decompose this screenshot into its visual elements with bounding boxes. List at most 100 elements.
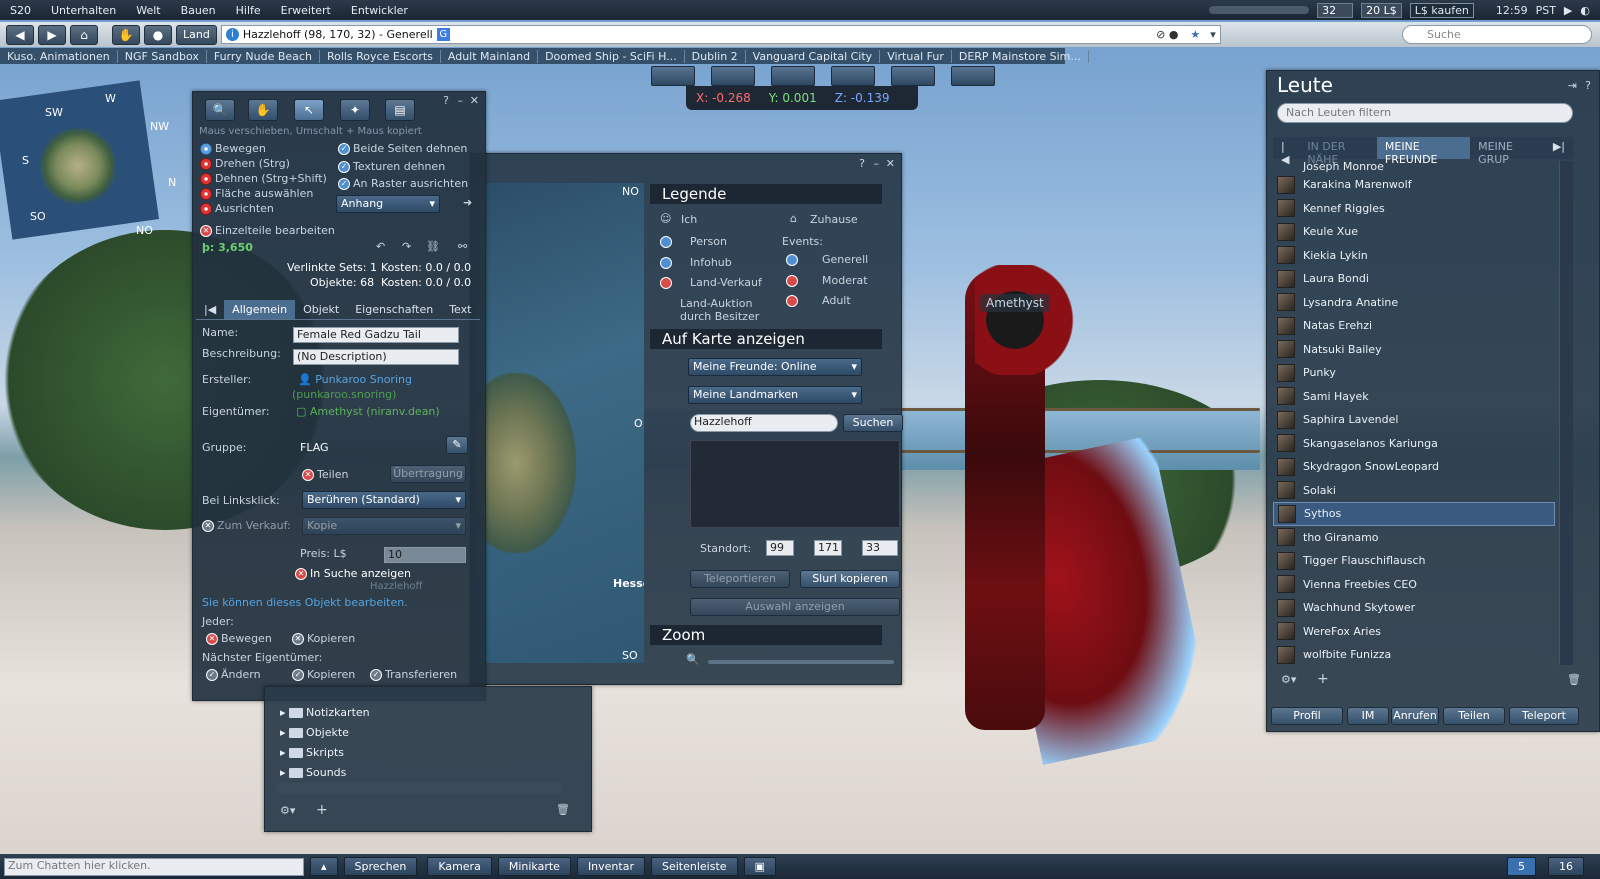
info-icon[interactable]: i	[225, 28, 239, 41]
hand-icon[interactable]: ✋	[112, 24, 140, 45]
land-tool-icon[interactable]: ▤	[385, 99, 415, 121]
legend-infohub-toggle[interactable]	[660, 256, 675, 269]
tabs-prev-icon[interactable]: |◀	[1273, 137, 1299, 166]
friend-row[interactable]: Natas Erehzi	[1273, 314, 1555, 338]
loc-x-field[interactable]: 99	[766, 540, 794, 556]
mode-select-face[interactable]: Fläche auswählen	[200, 187, 313, 200]
unlink-icon[interactable]: ⚯	[458, 240, 467, 253]
forward-button[interactable]: ▶	[38, 24, 66, 45]
menu-s20[interactable]: S20	[0, 4, 41, 17]
arrow-right-icon[interactable]: ➜	[463, 196, 472, 209]
chat-input[interactable]: Zum Chatten hier klicken.	[4, 857, 304, 876]
gear-icon[interactable]: ⚙▾	[280, 804, 295, 817]
minimap[interactable]: SW W NW S N SO NO	[0, 78, 176, 240]
land-button[interactable]: Land	[176, 24, 217, 45]
help-icon[interactable]: ?	[859, 157, 865, 170]
grid-mode-dropdown[interactable]: Anhang	[336, 195, 440, 213]
inventory-folder-scripts[interactable]: ▸ Skripts	[280, 746, 344, 759]
mode-align[interactable]: Ausrichten	[200, 202, 274, 215]
friend-row[interactable]: Kiekia Lykin	[1273, 244, 1555, 268]
favorite-item[interactable]: Doomed Ship - SciFi H...	[538, 49, 685, 63]
tab-texture[interactable]: Text	[441, 300, 479, 319]
buy-currency-button[interactable]: L$ kaufen	[1409, 2, 1474, 18]
home-button[interactable]: ⌂	[70, 24, 98, 45]
edit-linked-parts[interactable]: ✕ Einzelteile bearbeiten	[200, 224, 335, 237]
inventory-folder-sounds[interactable]: ▸ Sounds	[280, 766, 346, 779]
friend-row[interactable]: Punky	[1273, 361, 1555, 385]
favorite-star-icon[interactable]: ★	[1190, 28, 1200, 41]
for-sale-checkbox[interactable]: ✕ Zum Verkauf:	[202, 519, 291, 532]
friend-row[interactable]: Karakina Marenwolf	[1273, 173, 1555, 197]
friend-row[interactable]: Keule Xue	[1273, 220, 1555, 244]
share-checkbox[interactable]: ✕ Teilen	[302, 468, 348, 481]
friends-dropdown[interactable]: Meine Freunde: Online	[688, 358, 862, 376]
trash-icon[interactable]: 🗑	[1567, 673, 1581, 686]
tool-cube-button[interactable]	[891, 66, 935, 86]
tab-general[interactable]: Allgemein	[224, 300, 296, 319]
notification-count[interactable]: 5	[1507, 857, 1536, 876]
tabs-prev-icon[interactable]: |◀	[196, 300, 224, 319]
legend-general-toggle[interactable]	[786, 253, 801, 266]
friend-row[interactable]: Tigger Flauschiflausch	[1273, 549, 1555, 573]
im-button[interactable]: IM	[1347, 707, 1389, 725]
copy-slurl-button[interactable]: Slurl kopieren	[800, 570, 900, 588]
creator-link[interactable]: 👤 Punkaroo Snoring	[298, 373, 412, 386]
teleport-button[interactable]: Teleport	[1509, 707, 1579, 725]
tab-features[interactable]: Eigenschaften	[347, 300, 441, 319]
tab-nearby[interactable]: IN DER NÄHE	[1299, 137, 1377, 166]
favorite-item[interactable]: Virtual Fur	[880, 49, 952, 63]
next-owner-transfer[interactable]: ✓ Transferieren	[370, 668, 457, 681]
link-icon[interactable]: ⛓	[426, 240, 440, 253]
friend-row[interactable]: wolfbite Funizza	[1273, 643, 1555, 665]
drop-icon[interactable]: ●	[144, 24, 172, 45]
friend-row[interactable]: Lysandra Anatine	[1273, 291, 1555, 315]
move-tool-icon[interactable]: ✋	[248, 99, 278, 121]
gear-icon[interactable]: ⚙▾	[1281, 673, 1296, 686]
sidebar-button[interactable]: Seitenleiste	[650, 857, 738, 876]
close-icon[interactable]: ✕	[886, 157, 895, 170]
tool-globe-button[interactable]	[771, 66, 815, 86]
friend-row[interactable]: Saphira Lavendel	[1273, 408, 1555, 432]
speak-button[interactable]: Sprechen	[343, 857, 418, 876]
friend-row[interactable]: Sythos	[1273, 502, 1555, 526]
create-tool-icon[interactable]: ✦	[340, 99, 370, 121]
search-input[interactable]: Suche	[1402, 25, 1592, 44]
tab-friends[interactable]: MEINE FREUNDE	[1376, 137, 1471, 166]
camera-button[interactable]: Kamera	[427, 857, 492, 876]
add-friend-icon[interactable]: +	[1317, 671, 1329, 687]
everyone-copy-checkbox[interactable]: ✕ Kopieren	[292, 632, 355, 645]
redo-icon[interactable]: ↷	[402, 240, 411, 253]
price-field[interactable]: 10	[384, 547, 466, 563]
mode-rotate[interactable]: Drehen (Strg)	[200, 157, 290, 170]
close-icon[interactable]: ✕	[470, 94, 479, 107]
mode-stretch[interactable]: Dehnen (Strg+Shift)	[200, 172, 327, 185]
loc-y-field[interactable]: 171	[814, 540, 842, 556]
undo-icon[interactable]: ↶	[376, 240, 385, 253]
minimap-button[interactable]: Minikarte	[497, 857, 571, 876]
menu-entwickler[interactable]: Entwickler	[341, 4, 418, 17]
location-field[interactable]: i Hazzlehoff (98, 170, 32) - Generell G …	[220, 25, 1221, 44]
friend-row[interactable]: Wachhund Skytower	[1273, 596, 1555, 620]
menu-bauen[interactable]: Bauen	[171, 4, 226, 17]
legend-person-toggle[interactable]	[660, 235, 675, 248]
friends-list[interactable]: Joseph Monroe Karakina Marenwolf Kennef R…	[1273, 161, 1555, 665]
friend-row[interactable]: Natsuki Bailey	[1273, 338, 1555, 362]
zoom-slider[interactable]	[708, 660, 894, 664]
minimize-icon[interactable]: –	[874, 157, 880, 170]
friend-row[interactable]: tho Giranamo	[1273, 526, 1555, 550]
teleport-button[interactable]: Teleportieren	[690, 570, 790, 588]
opt-stretch-textures[interactable]: ✓ Texturen dehnen	[338, 160, 445, 173]
tab-object[interactable]: Objekt	[295, 300, 347, 319]
legend-moderate-toggle[interactable]	[786, 274, 801, 287]
menu-welt[interactable]: Welt	[126, 4, 170, 17]
favorite-item[interactable]: Adult Mainland	[441, 49, 539, 63]
legend-adult-toggle[interactable]	[786, 294, 801, 307]
opt-snap-grid[interactable]: ✓ An Raster ausrichten	[338, 177, 468, 190]
inventory-folder-objects[interactable]: ▸ Objekte	[280, 726, 349, 739]
friend-row[interactable]: Solaki	[1273, 479, 1555, 503]
snapshot-icon[interactable]: ▣	[743, 857, 776, 876]
friends-scrollbar[interactable]	[1559, 161, 1573, 665]
tool-map-button[interactable]	[831, 66, 875, 86]
list-item[interactable]: Joseph Monroe	[1273, 161, 1555, 173]
share-button[interactable]: Teilen	[1443, 707, 1505, 725]
